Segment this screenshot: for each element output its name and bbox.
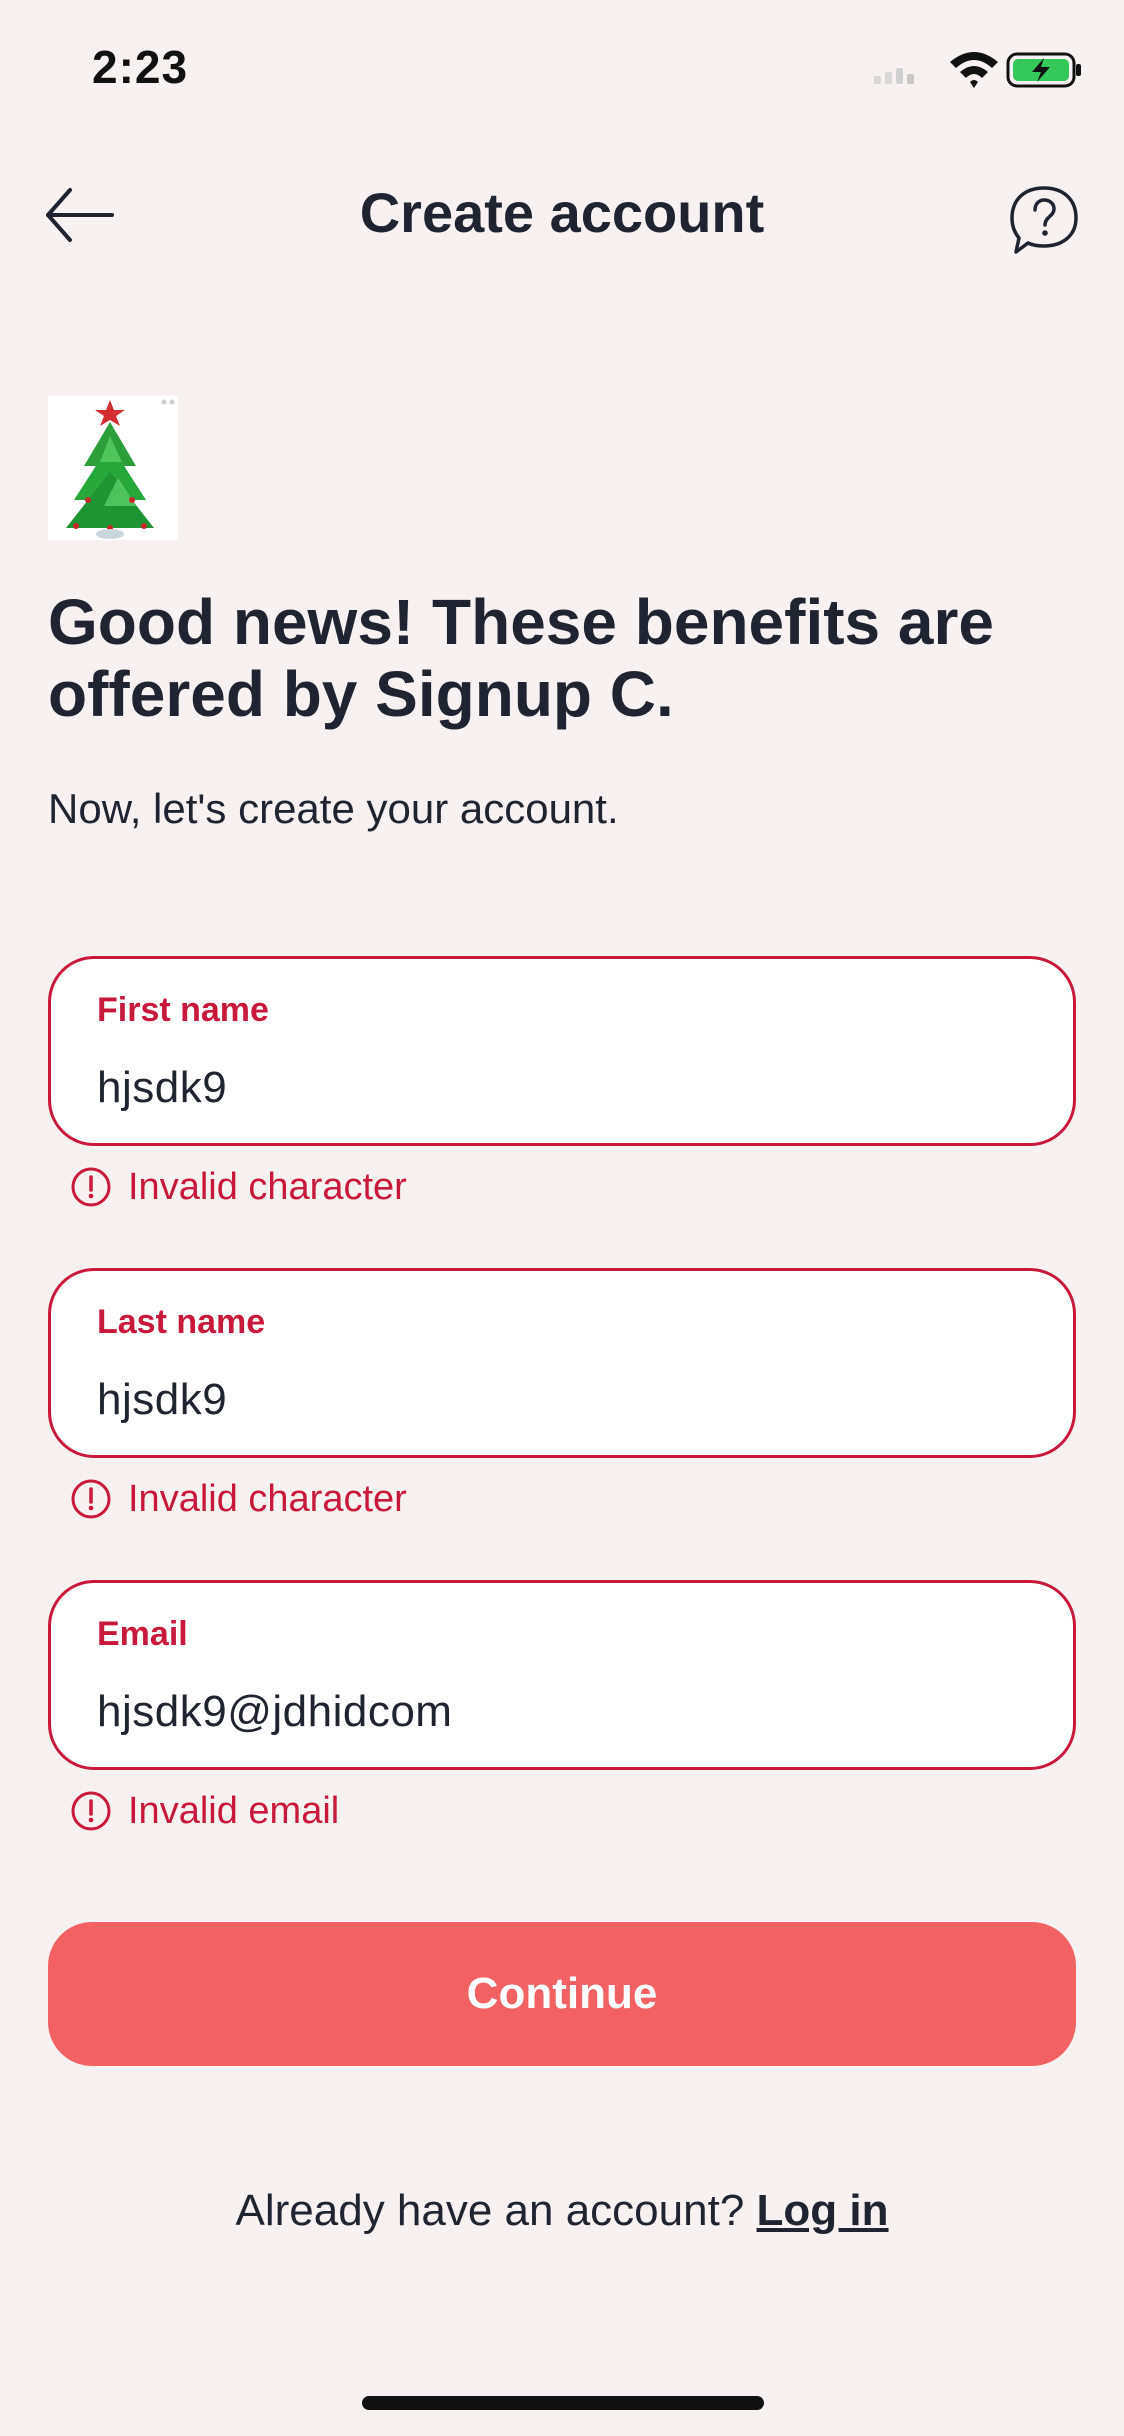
first-name-field[interactable]: First name hjsdk9: [48, 956, 1076, 1146]
battery-charging-icon: [1006, 52, 1081, 88]
first-name-label: First name: [97, 991, 269, 1029]
error-circle-icon: [71, 1791, 111, 1831]
error-circle-icon: [71, 1167, 111, 1207]
help-button[interactable]: [1004, 180, 1084, 260]
christmas-tree-image: [48, 396, 178, 540]
christmas-tree-icon: [48, 396, 178, 540]
last-name-value[interactable]: hjsdk9: [97, 1375, 227, 1425]
last-name-error-text: Invalid character: [128, 1478, 407, 1520]
email-field[interactable]: Email hjsdk9@jdhidcom: [48, 1580, 1076, 1770]
error-circle-icon: [71, 1479, 111, 1519]
continue-button[interactable]: Continue: [48, 1922, 1076, 2066]
home-indicator: [362, 2396, 764, 2410]
last-name-label: Last name: [97, 1303, 266, 1341]
wifi-icon: [950, 52, 998, 88]
first-name-error-text: Invalid character: [128, 1166, 407, 1208]
login-link[interactable]: Log in: [757, 2186, 889, 2235]
page-title: Create account: [359, 181, 765, 244]
status-icons: [874, 48, 1084, 92]
last-name-field[interactable]: Last name hjsdk9: [48, 1268, 1076, 1458]
status-time: 2:23: [92, 41, 189, 93]
status-bar: 2:23: [0, 0, 1124, 140]
login-prompt: Already have an account? Log in: [0, 2186, 1124, 2236]
first-name-value[interactable]: hjsdk9: [97, 1063, 227, 1113]
nav-bar: Create account: [0, 160, 1124, 270]
question-circle-icon: [1010, 186, 1078, 254]
benefits-headline: Good news! These benefits are offered by…: [48, 586, 994, 730]
email-value[interactable]: hjsdk9@jdhidcom: [97, 1687, 452, 1737]
email-label: Email: [97, 1615, 188, 1653]
login-prompt-text: Already have an account?: [235, 2186, 745, 2235]
create-account-subtext: Now, let's create your account.: [48, 785, 619, 832]
email-error-text: Invalid email: [128, 1790, 340, 1832]
